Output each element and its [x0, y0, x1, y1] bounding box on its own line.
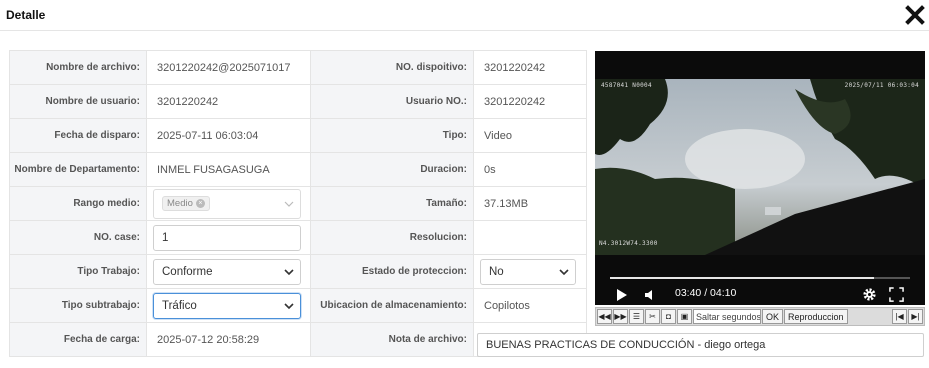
skip-seconds-input[interactable]: Saltar segundos [693, 309, 761, 324]
dialog-titlebar: Detalle [0, 0, 929, 31]
file-name-value: 3201220242@2025071017 [146, 50, 311, 85]
overlay-top-left: 4587041 N0004 [601, 82, 652, 89]
field-label: Estado de proteccion: [310, 254, 474, 289]
rewind-icon[interactable]: ◀◀ [597, 309, 612, 324]
field-label: Nota de archivo: [310, 322, 474, 357]
case-no-input-value: 1 [162, 231, 169, 244]
field-label: Usuario NO.: [310, 84, 474, 119]
table-row: Nombre de Departamento: INMEL FUSAGASUGA… [9, 152, 587, 187]
tag-remove-icon[interactable]: × [195, 199, 205, 208]
upload-date-value: 2025-07-12 20:58:29 [146, 322, 311, 357]
field-label: Fecha de disparo: [9, 118, 147, 153]
chevron-down-icon [284, 268, 294, 275]
table-row: NO. case: 1 Resolucion: [9, 220, 587, 255]
field-label: Nombre de usuario: [9, 84, 147, 119]
chevron-down-icon [284, 302, 294, 309]
device-no-value: 3201220242 [473, 50, 587, 85]
size-value: 37.13MB [473, 186, 587, 221]
field-label: NO. dispoitivo: [310, 50, 474, 85]
forward-icon[interactable]: ▶▶ [613, 309, 628, 324]
volume-icon[interactable] [643, 288, 657, 302]
duration-value: 0s [473, 152, 587, 187]
field-label: Tipo: [310, 118, 474, 153]
field-label: Nombre de archivo: [9, 50, 147, 85]
list-icon[interactable]: ☰ [629, 309, 644, 324]
field-label: Nombre de Departamento: [9, 152, 147, 187]
video-frame [595, 79, 925, 255]
work-type-select[interactable]: Conforme [153, 258, 301, 285]
video-progress-fill [610, 277, 874, 279]
overlay-top-right: 2025/07/11 06:03:04 [844, 82, 919, 89]
range-tag: Medio × [162, 196, 210, 211]
gear-icon[interactable] [862, 287, 877, 302]
chevron-down-icon [559, 268, 569, 275]
range-multiselect[interactable]: Medio × [153, 188, 301, 219]
skip-start-icon[interactable]: |◀ [892, 309, 907, 324]
table-row: Fecha de disparo: 2025-07-11 06:03:04 Ti… [9, 118, 587, 153]
detail-table: Nombre de archivo: 3201220242@2025071017… [9, 50, 587, 357]
frame-forward-icon[interactable]: ▣ [677, 309, 692, 324]
department-value: INMEL FUSAGASUGA [146, 152, 311, 187]
play-icon[interactable] [615, 288, 629, 302]
user-name-value: 3201220242 [146, 84, 311, 119]
work-type-select-value: Conforme [162, 265, 213, 278]
video-player[interactable]: 4587041 N0004 2025/07/11 06:03:04 N4.301… [595, 51, 925, 305]
duration-time: 04:10 [710, 287, 737, 299]
playback-speed-button[interactable]: Reproduccion [784, 309, 848, 324]
field-label: Resolucion: [310, 220, 474, 255]
subwork-type-select-value: Tráfico [162, 299, 197, 312]
table-row: Nombre de archivo: 3201220242@2025071017… [9, 50, 587, 85]
table-row: Tipo Trabajo: Conforme Estado de protecc… [9, 254, 587, 289]
case-no-input[interactable]: 1 [153, 224, 301, 251]
field-label: Rango medio: [9, 186, 147, 221]
protection-select[interactable]: No [480, 258, 576, 285]
field-label: NO. case: [9, 220, 147, 255]
table-row: Rango medio: Medio × Tamaño: 37.13MB [9, 186, 587, 221]
dialog-title: Detalle [6, 8, 46, 22]
storage-location-value: Copilotos [473, 288, 587, 323]
file-note-value: BUENAS PRACTICAS DE CONDUCCIÓN - diego o… [486, 339, 766, 351]
field-label: Tipo subtrabajo: [9, 288, 147, 323]
overlay-bottom-left: N4.3012W74.3300 [599, 240, 658, 247]
user-no-value: 3201220242 [473, 84, 587, 119]
fullscreen-icon[interactable] [889, 287, 904, 302]
table-row: Tipo subtrabajo: Tráfico Ubicacion de al… [9, 288, 587, 323]
subwork-type-select[interactable]: Tráfico [153, 292, 301, 319]
field-label: Ubicacion de almacenamiento: [310, 288, 474, 323]
frame-back-icon[interactable]: ◘ [661, 309, 676, 324]
field-label: Duracion: [310, 152, 474, 187]
file-note-input[interactable]: BUENAS PRACTICAS DE CONDUCCIÓN - diego o… [477, 333, 924, 357]
field-label: Tipo Trabajo: [9, 254, 147, 289]
field-label: Fecha de carga: [9, 322, 147, 357]
type-value: Video [473, 118, 587, 153]
table-row: Nombre de usuario: 3201220242 Usuario NO… [9, 84, 587, 119]
detail-dialog: Detalle Nombre de archivo: 3201220242@20… [0, 0, 929, 368]
current-time: 03:40 [675, 287, 702, 299]
skip-end-icon[interactable]: ▶| [908, 309, 923, 324]
player-toolbar: ◀◀ ▶▶ ☰ ✂ ◘ ▣ Saltar segundos OK Reprodu… [595, 307, 925, 326]
video-progress-bar[interactable] [610, 277, 910, 279]
range-tag-label: Medio [167, 198, 193, 209]
scissors-icon[interactable]: ✂ [645, 309, 660, 324]
chevron-down-icon [284, 201, 294, 207]
ok-button[interactable]: OK [762, 309, 784, 324]
trigger-date-value: 2025-07-11 06:03:04 [146, 118, 311, 153]
protection-select-value: No [489, 265, 504, 278]
resolution-value [473, 220, 587, 255]
close-icon[interactable] [905, 5, 925, 25]
field-label: Tamaño: [310, 186, 474, 221]
